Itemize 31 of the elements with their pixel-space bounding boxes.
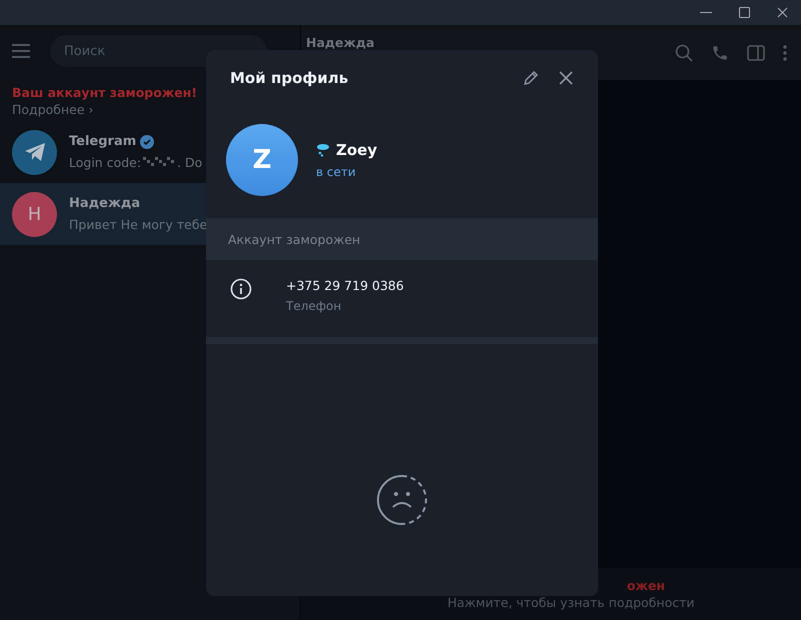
chat-preview: Login code: — [69, 155, 142, 170]
more-icon[interactable] — [783, 44, 787, 60]
frozen-warning: Ваш аккаунт заморожен! — [12, 85, 198, 100]
online-status: в сети — [316, 165, 357, 179]
maximize-icon — [738, 7, 750, 18]
contact-avatar: Н — [12, 192, 57, 236]
chat-preview: Привет Не могу тебе — [69, 217, 208, 232]
minimize-icon — [700, 12, 712, 14]
close-icon — [558, 70, 574, 86]
chat-name: Telegram — [69, 134, 136, 149]
menu-icon[interactable] — [12, 44, 30, 58]
info-icon — [230, 278, 252, 300]
frozen-banner-title[interactable]: ожен — [626, 578, 666, 593]
phone-icon[interactable] — [711, 44, 729, 62]
dialog-title: Мой профиль — [230, 69, 348, 87]
pencil-icon — [522, 69, 540, 87]
frozen-banner-subtitle[interactable]: Нажмите, чтобы узнать подробности — [447, 595, 694, 610]
hidden-code-icon — [143, 156, 176, 168]
chat-name: Надежда — [69, 196, 140, 211]
sad-face-icon — [376, 474, 428, 526]
emoji-status-icon — [316, 143, 330, 157]
chat-preview: . Do — [177, 155, 202, 170]
close-icon — [776, 7, 788, 18]
search-icon[interactable] — [675, 44, 693, 62]
phone-label: Телефон — [286, 299, 342, 313]
phone-number: +375 29 719 0386 — [286, 278, 404, 293]
sidebar-toggle-icon[interactable] — [747, 44, 765, 60]
chat-title: Надежда — [306, 35, 374, 50]
profile-avatar: Z — [226, 124, 298, 196]
telegram-avatar — [12, 130, 57, 174]
profile-name: Zoey — [336, 141, 378, 159]
